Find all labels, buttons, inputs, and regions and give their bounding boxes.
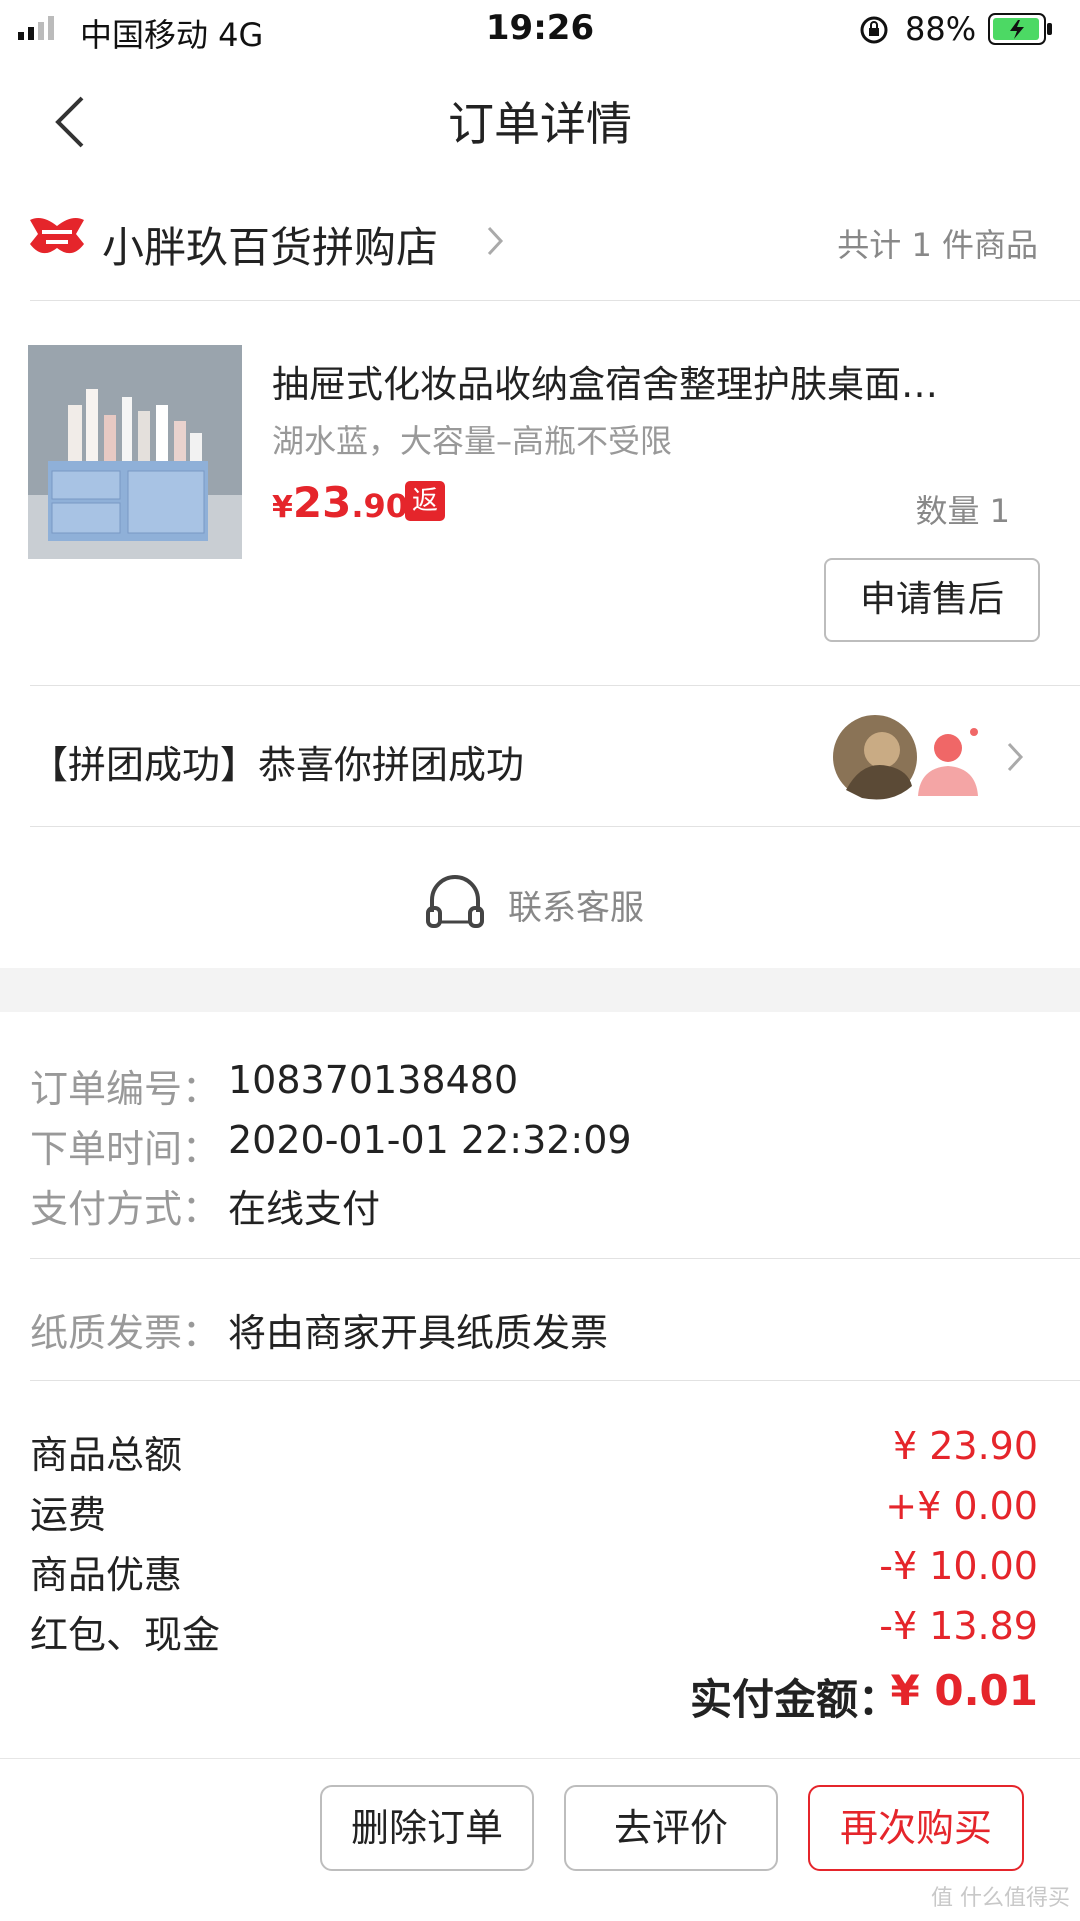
divider <box>30 1258 1080 1259</box>
battery-percent: 88% <box>905 10 977 48</box>
buy-again-button[interactable]: 再次购买 <box>808 1785 1024 1871</box>
shipping-label: 运费 <box>30 1493 107 1537</box>
price-integer: 23 <box>292 478 352 527</box>
order-time-value: 2020-01-01 22:32:09 <box>228 1118 632 1162</box>
invoice-value: 将由商家开具纸质发票 <box>228 1311 609 1355</box>
redpacket-value: -¥ 13.89 <box>879 1604 1038 1648</box>
watermark: 值 什么值得买 <box>931 1886 1070 1911</box>
order-number-value: 108370138480 <box>228 1058 519 1102</box>
divider <box>30 300 1080 301</box>
aftersale-button[interactable]: 申请售后 <box>824 558 1040 642</box>
divider <box>30 685 1080 686</box>
product-quantity: 数量 1 <box>915 492 1010 530</box>
item-count: 共计 1 件商品 <box>837 226 1038 264</box>
headset-icon[interactable] <box>424 872 486 930</box>
section-separator <box>0 968 1080 1012</box>
order-number-label: 订单编号： <box>30 1067 221 1111</box>
page-title: 订单详情 <box>448 97 632 151</box>
subtotal-value: ¥ 23.90 <box>892 1424 1038 1468</box>
paid-amount-value: ¥ 0.01 <box>890 1666 1038 1715</box>
discount-value: -¥ 10.00 <box>879 1544 1038 1588</box>
group-status[interactable]: 【拼团成功】恭喜你拼团成功 <box>30 734 524 789</box>
delete-order-button[interactable]: 删除订单 <box>320 1785 534 1871</box>
contact-service-link[interactable]: 联系客服 <box>508 880 644 929</box>
product-price: ¥23.90 <box>272 478 408 527</box>
invoice-label: 纸质发票： <box>30 1311 221 1355</box>
guest-avatar-icon <box>918 728 978 796</box>
battery-icon <box>988 13 1052 45</box>
shop-logo-icon <box>30 218 84 254</box>
discount-label: 商品优惠 <box>30 1553 183 1597</box>
price-currency: ¥ <box>272 490 293 525</box>
product-title[interactable]: 抽屉式化妆品收纳盒宿舍整理护肤桌面… <box>272 354 938 408</box>
divider <box>30 1380 1080 1381</box>
chevron-right-icon[interactable] <box>484 224 506 258</box>
status-bar: 中国移动 4G 19:26 88% <box>0 0 1080 60</box>
price-decimal: .90 <box>351 487 409 525</box>
product-spec: 湖水蓝，大容量–高瓶不受限 <box>272 422 673 460</box>
divider <box>30 826 1080 827</box>
rotation-lock-icon <box>860 16 888 44</box>
shop-name[interactable]: 小胖玖百货拼购店 <box>102 214 438 275</box>
product-image[interactable] <box>28 345 242 559</box>
shipping-value: +¥ 0.00 <box>885 1484 1038 1528</box>
payment-method-label: 支付方式： <box>30 1187 221 1231</box>
redpacket-label: 红包、现金 <box>30 1613 221 1657</box>
rebate-badge: 返 <box>405 481 445 521</box>
avatar <box>833 715 917 800</box>
chevron-right-icon[interactable] <box>1004 740 1026 774</box>
review-button[interactable]: 去评价 <box>564 1785 778 1871</box>
payment-method-value: 在线支付 <box>228 1187 381 1231</box>
order-time-label: 下单时间： <box>30 1127 221 1171</box>
subtotal-label: 商品总额 <box>30 1433 183 1477</box>
paid-amount-label: 实付金额： <box>689 1675 900 1724</box>
